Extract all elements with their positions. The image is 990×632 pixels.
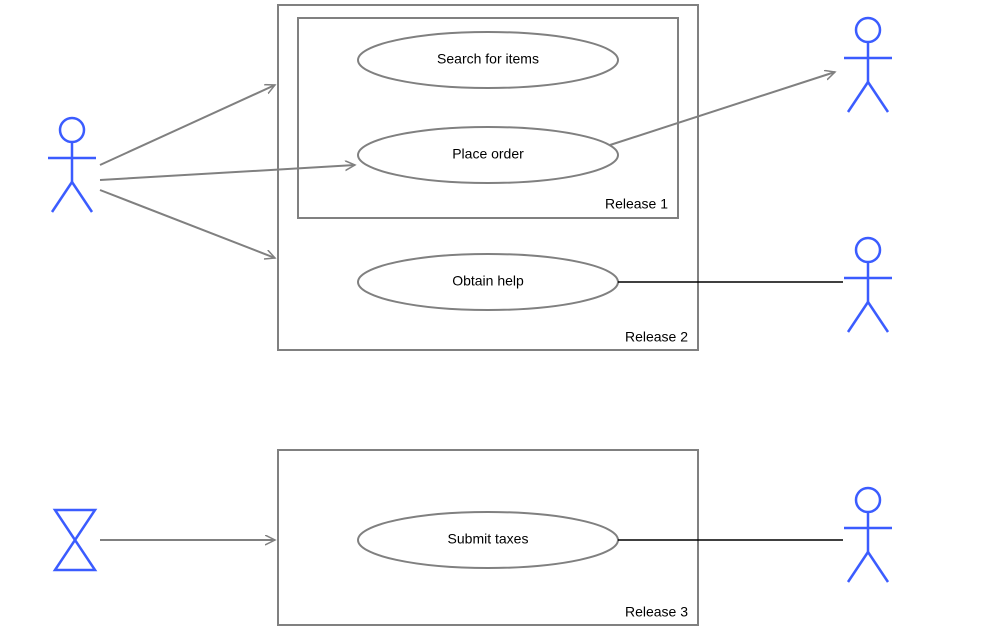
release-1-label: Release 1 <box>605 196 668 212</box>
arrow-place-order-to-actor <box>610 72 835 145</box>
usecase-search: Search for items <box>358 32 618 88</box>
usecase-obtain-help: Obtain help <box>358 254 618 310</box>
actor-left <box>48 118 96 212</box>
usecase-submit-taxes: Submit taxes <box>358 512 618 568</box>
usecase-submit-taxes-label: Submit taxes <box>448 531 529 547</box>
actor-top-right <box>844 18 892 112</box>
arrow-left-to-release2 <box>100 190 275 258</box>
arrow-left-to-release1 <box>100 85 275 165</box>
arrow-left-to-place-order <box>100 165 355 180</box>
release-2-label: Release 2 <box>625 329 688 345</box>
usecase-place-order-label: Place order <box>452 146 524 162</box>
release-3-label: Release 3 <box>625 604 688 620</box>
actor-bottom-right <box>844 488 892 582</box>
usecase-place-order: Place order <box>358 127 618 183</box>
usecase-obtain-help-label: Obtain help <box>452 273 524 289</box>
actor-middle-right <box>844 238 892 332</box>
actor-time <box>55 510 95 570</box>
usecase-search-label: Search for items <box>437 51 539 67</box>
